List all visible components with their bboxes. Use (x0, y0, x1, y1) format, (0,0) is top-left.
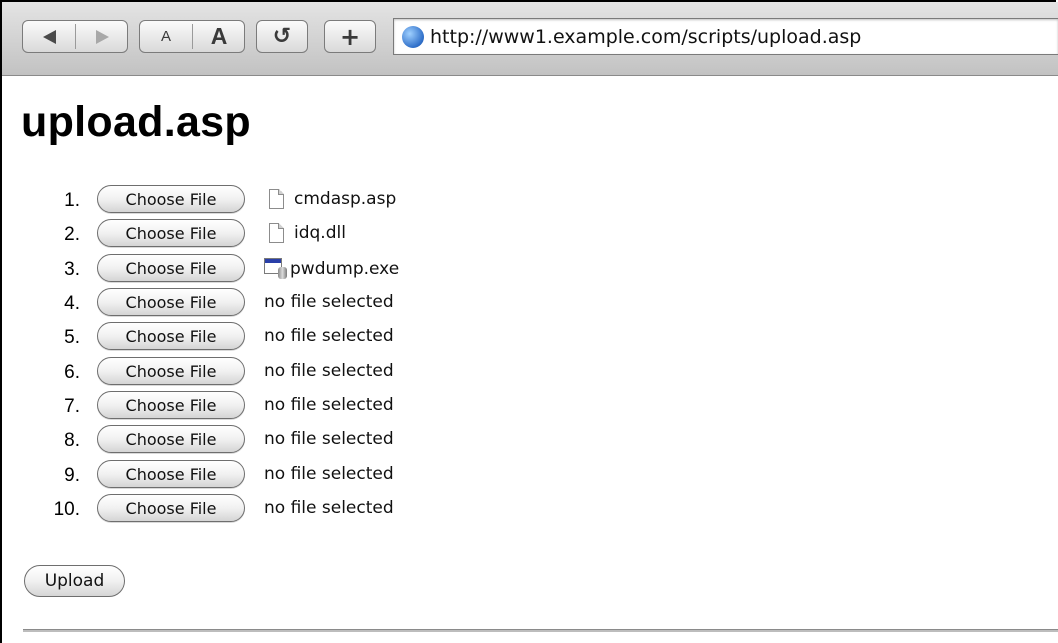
file-input-row: 9. Choose File no file selected (2, 459, 602, 493)
file-name: no file selected (264, 498, 394, 518)
row-number: 3. (64, 259, 80, 280)
file-name: no file selected (264, 326, 394, 346)
choose-file-button[interactable]: Choose File (97, 391, 245, 419)
forward-arrow-icon (95, 29, 109, 44)
file-input-row: 8. Choose File no file selected (2, 424, 602, 458)
row-number: 1. (64, 190, 80, 211)
file-name: no file selected (264, 464, 394, 484)
back-forward-control (22, 20, 128, 53)
document-icon (269, 189, 284, 209)
upload-button[interactable]: Upload (24, 565, 125, 597)
selected-file: no file selected (264, 326, 394, 346)
file-name: no file selected (264, 292, 394, 312)
horizontal-rule (23, 629, 1058, 632)
file-input-row: 7. Choose File no file selected (2, 390, 602, 424)
file-input-row: 5. Choose File no file selected (2, 321, 602, 355)
browser-window: A A ↺ + http://www1.example.com/scripts/… (0, 0, 1058, 643)
choose-file-button[interactable]: Choose File (97, 425, 245, 453)
choose-file-button[interactable]: Choose File (97, 288, 245, 316)
choose-file-button[interactable]: Choose File (97, 357, 245, 385)
selected-file: no file selected (264, 429, 394, 449)
reload-button[interactable]: ↺ (256, 20, 308, 53)
selected-file: no file selected (264, 395, 394, 415)
file-input-row: 1. Choose File cmdasp.asp (2, 184, 602, 218)
text-smaller-label: A (160, 28, 171, 45)
selected-file: cmdasp.asp (264, 189, 396, 209)
plus-icon: + (339, 22, 361, 51)
selected-file: idq.dll (264, 223, 346, 243)
address-url: http://www1.example.com/scripts/upload.a… (430, 25, 862, 48)
selected-file: no file selected (264, 292, 394, 312)
choose-file-button[interactable]: Choose File (97, 254, 245, 282)
row-number: 6. (64, 362, 80, 383)
text-smaller-button[interactable]: A (140, 21, 192, 52)
file-name: no file selected (264, 429, 394, 449)
reload-icon: ↺ (272, 24, 292, 49)
text-bigger-button[interactable]: A (193, 21, 245, 52)
executable-icon (264, 258, 288, 280)
file-name: no file selected (264, 395, 394, 415)
row-number: 4. (64, 293, 80, 314)
file-name: idq.dll (294, 223, 346, 243)
file-input-row: 3. Choose File pwdump.exe (2, 253, 602, 287)
file-input-row: 6. Choose File no file selected (2, 356, 602, 390)
row-number: 2. (64, 224, 80, 245)
row-number: 9. (64, 465, 80, 486)
add-bookmark-button[interactable]: + (324, 20, 376, 53)
file-name: pwdump.exe (290, 259, 400, 279)
selected-file: no file selected (264, 361, 394, 381)
file-name: no file selected (264, 361, 394, 381)
selected-file: no file selected (264, 498, 394, 518)
address-bar[interactable]: http://www1.example.com/scripts/upload.a… (393, 18, 1058, 55)
text-bigger-label: A (210, 23, 228, 49)
row-number: 7. (64, 396, 80, 417)
browser-toolbar: A A ↺ + http://www1.example.com/scripts/… (2, 2, 1058, 76)
back-arrow-icon (42, 29, 56, 44)
forward-button[interactable] (76, 21, 128, 52)
file-name: cmdasp.asp (294, 189, 397, 209)
text-size-control: A A (139, 20, 245, 53)
choose-file-button[interactable]: Choose File (97, 494, 245, 522)
globe-icon (402, 25, 424, 48)
back-button[interactable] (23, 21, 75, 52)
choose-file-button[interactable]: Choose File (97, 185, 245, 213)
choose-file-button[interactable]: Choose File (97, 322, 245, 350)
selected-file: pwdump.exe (264, 258, 399, 280)
file-input-row: 10. Choose File no file selected (2, 493, 602, 527)
row-number: 10. (53, 499, 80, 520)
file-input-row: 4. Choose File no file selected (2, 287, 602, 321)
document-icon (269, 223, 284, 243)
row-number: 5. (64, 327, 80, 348)
choose-file-button[interactable]: Choose File (97, 219, 245, 247)
selected-file: no file selected (264, 464, 394, 484)
file-input-row: 2. Choose File idq.dll (2, 218, 602, 252)
row-number: 8. (64, 430, 80, 451)
choose-file-button[interactable]: Choose File (97, 460, 245, 488)
page-title: upload.asp (21, 98, 251, 146)
